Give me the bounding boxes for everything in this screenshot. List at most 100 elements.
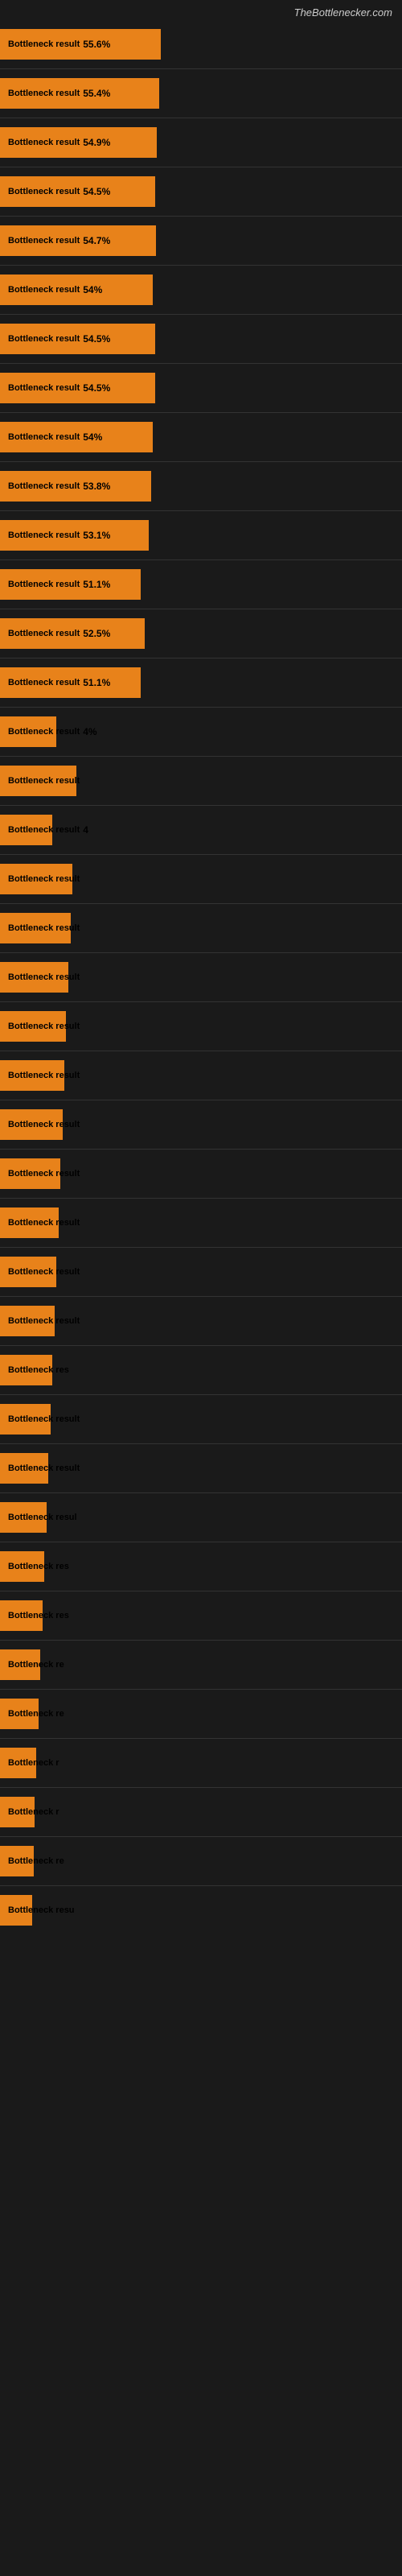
bar-label: Bottleneck res — [5, 1365, 69, 1375]
list-item: Bottleneck res — [0, 1593, 402, 1638]
bar: Bottleneck result — [0, 766, 76, 796]
bar-label: Bottleneck result — [5, 1316, 80, 1326]
list-item: Bottleneck result53.1% — [0, 513, 402, 558]
bar-value: 54% — [83, 431, 102, 443]
list-item: Bottleneck result54.5% — [0, 365, 402, 411]
bar-value: 54.5% — [83, 333, 110, 345]
bar-label: Bottleneck res — [5, 1611, 69, 1620]
bar-label: Bottleneck result — [5, 1022, 80, 1031]
bar-label: Bottleneck result — [5, 138, 80, 147]
bar-label: Bottleneck result — [5, 1120, 80, 1129]
bar: Bottleneck result52.5% — [0, 618, 145, 649]
bar-value: 51.1% — [83, 579, 110, 590]
bar-value: 4 — [83, 824, 88, 836]
bar-label: Bottleneck result — [5, 236, 80, 246]
list-item: Bottleneck result54% — [0, 415, 402, 460]
bar: Bottleneck result54.5% — [0, 324, 155, 354]
bar-value: 54.7% — [83, 235, 110, 246]
bar: Bottleneck res — [0, 1355, 52, 1385]
bar-label: Bottleneck result — [5, 383, 80, 393]
bar: Bottleneck result — [0, 1060, 64, 1091]
bar: Bottleneck result55.6% — [0, 29, 161, 60]
bar: Bottleneck result51.1% — [0, 667, 141, 698]
list-item: Bottleneck result — [0, 955, 402, 1000]
bars-container: Bottleneck result55.6%Bottleneck result5… — [0, 22, 402, 1933]
list-item: Bottleneck result52.5% — [0, 611, 402, 656]
bar: Bottleneck result — [0, 1306, 55, 1336]
list-item: Bottleneck result — [0, 857, 402, 902]
list-item: Bottleneck result — [0, 758, 402, 803]
bar: Bottleneck result54% — [0, 422, 153, 452]
list-item: Bottleneck result — [0, 1397, 402, 1442]
list-item: Bottleneck result — [0, 906, 402, 951]
bar-label: Bottleneck r — [5, 1807, 59, 1817]
bar: Bottleneck r — [0, 1748, 36, 1778]
list-item: Bottleneck result55.4% — [0, 71, 402, 116]
header: TheBottlenecker.com — [0, 0, 402, 22]
list-item: Bottleneck re — [0, 1642, 402, 1687]
bar: Bottleneck result — [0, 864, 72, 894]
list-item: Bottleneck result — [0, 1151, 402, 1196]
bar: Bottleneck re — [0, 1846, 34, 1876]
bar: Bottleneck resul — [0, 1502, 47, 1533]
list-item: Bottleneck result — [0, 1249, 402, 1294]
bar-label: Bottleneck result — [5, 776, 80, 786]
list-item: Bottleneck result — [0, 1004, 402, 1049]
bar: Bottleneck result55.4% — [0, 78, 159, 109]
bar-label: Bottleneck result — [5, 1463, 80, 1473]
bar-label: Bottleneck result — [5, 1169, 80, 1179]
bar: Bottleneck result51.1% — [0, 569, 141, 600]
bar: Bottleneck result — [0, 1158, 60, 1189]
list-item: Bottleneck result54.7% — [0, 218, 402, 263]
bar: Bottleneck re — [0, 1649, 40, 1680]
bar: Bottleneck result4 — [0, 815, 52, 845]
bar-label: Bottleneck resul — [5, 1513, 77, 1522]
list-item: Bottleneck res — [0, 1348, 402, 1393]
bar: Bottleneck result — [0, 1257, 56, 1287]
list-item: Bottleneck result53.8% — [0, 464, 402, 509]
bar: Bottleneck result4% — [0, 716, 56, 747]
list-item: Bottleneck result — [0, 1102, 402, 1147]
bar: Bottleneck result — [0, 1208, 59, 1238]
list-item: Bottleneck result54.5% — [0, 169, 402, 214]
bar-label: Bottleneck re — [5, 1856, 64, 1866]
site-title: TheBottlenecker.com — [0, 0, 402, 22]
bar-label: Bottleneck result — [5, 972, 80, 982]
bar: Bottleneck result53.1% — [0, 520, 149, 551]
bar: Bottleneck result — [0, 1109, 63, 1140]
bar: Bottleneck result54.5% — [0, 373, 155, 403]
bar-value: 53.1% — [83, 530, 110, 541]
list-item: Bottleneck r — [0, 1740, 402, 1785]
bar-label: Bottleneck r — [5, 1758, 59, 1768]
bar-label: Bottleneck result — [5, 580, 80, 589]
list-item: Bottleneck re — [0, 1691, 402, 1736]
bar: Bottleneck result53.8% — [0, 471, 151, 502]
bar-value: 53.8% — [83, 481, 110, 492]
list-item: Bottleneck resu — [0, 1888, 402, 1933]
bar-label: Bottleneck result — [5, 285, 80, 295]
list-item: Bottleneck result54% — [0, 267, 402, 312]
list-item: Bottleneck r — [0, 1790, 402, 1835]
bar-value: 54% — [83, 284, 102, 295]
list-item: Bottleneck res — [0, 1544, 402, 1589]
list-item: Bottleneck result — [0, 1298, 402, 1344]
list-item: Bottleneck result — [0, 1200, 402, 1245]
bar-label: Bottleneck res — [5, 1562, 69, 1571]
list-item: Bottleneck result54.5% — [0, 316, 402, 361]
bar: Bottleneck result — [0, 1011, 66, 1042]
bar-label: Bottleneck result — [5, 481, 80, 491]
bar: Bottleneck res — [0, 1600, 43, 1631]
bar-label: Bottleneck result — [5, 334, 80, 344]
bar-label: Bottleneck result — [5, 432, 80, 442]
bar: Bottleneck result54.9% — [0, 127, 157, 158]
bar-label: Bottleneck result — [5, 1414, 80, 1424]
bar-value: 51.1% — [83, 677, 110, 688]
bar: Bottleneck re — [0, 1699, 39, 1729]
bar: Bottleneck r — [0, 1797, 35, 1827]
bar-value: 54.5% — [83, 186, 110, 197]
bar-value: 52.5% — [83, 628, 110, 639]
bar-label: Bottleneck result — [5, 1218, 80, 1228]
bar-value: 55.6% — [83, 39, 110, 50]
bar-label: Bottleneck result — [5, 874, 80, 884]
bar-label: Bottleneck result — [5, 1071, 80, 1080]
